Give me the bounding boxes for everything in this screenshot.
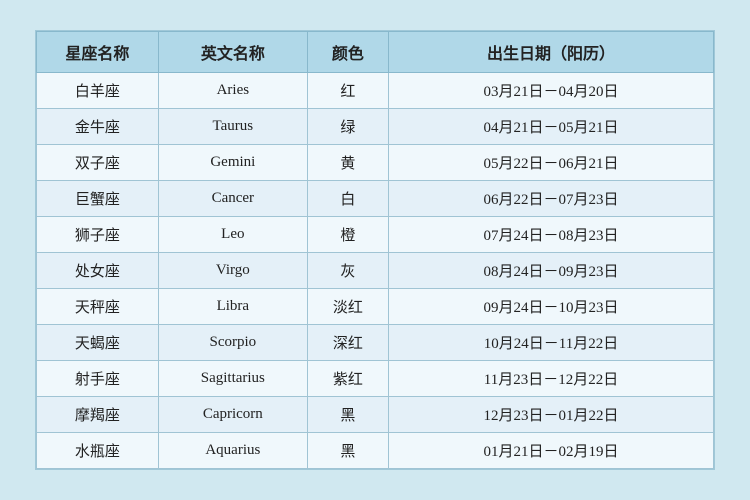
- cell-zh: 天蝎座: [37, 325, 159, 361]
- cell-zh: 摩羯座: [37, 397, 159, 433]
- header-date: 出生日期（阳历）: [389, 32, 714, 73]
- cell-date: 04月21日－05月21日: [389, 109, 714, 145]
- cell-date: 03月21日－04月20日: [389, 73, 714, 109]
- table-row: 双子座Gemini黄05月22日－06月21日: [37, 145, 714, 181]
- cell-zh: 双子座: [37, 145, 159, 181]
- cell-en: Capricorn: [158, 397, 307, 433]
- cell-date: 11月23日－12月22日: [389, 361, 714, 397]
- cell-zh: 处女座: [37, 253, 159, 289]
- cell-date: 05月22日－06月21日: [389, 145, 714, 181]
- cell-date: 12月23日－01月22日: [389, 397, 714, 433]
- table-row: 巨蟹座Cancer白06月22日－07月23日: [37, 181, 714, 217]
- cell-date: 10月24日－11月22日: [389, 325, 714, 361]
- table-row: 狮子座Leo橙07月24日－08月23日: [37, 217, 714, 253]
- table-row: 水瓶座Aquarius黑01月21日－02月19日: [37, 433, 714, 469]
- cell-en: Scorpio: [158, 325, 307, 361]
- header-color: 颜色: [307, 32, 388, 73]
- cell-color: 淡红: [307, 289, 388, 325]
- cell-color: 红: [307, 73, 388, 109]
- cell-en: Cancer: [158, 181, 307, 217]
- cell-color: 紫红: [307, 361, 388, 397]
- cell-color: 绿: [307, 109, 388, 145]
- cell-en: Libra: [158, 289, 307, 325]
- header-en: 英文名称: [158, 32, 307, 73]
- cell-zh: 巨蟹座: [37, 181, 159, 217]
- cell-en: Sagittarius: [158, 361, 307, 397]
- cell-en: Gemini: [158, 145, 307, 181]
- cell-en: Virgo: [158, 253, 307, 289]
- table-row: 处女座Virgo灰08月24日－09月23日: [37, 253, 714, 289]
- cell-color: 白: [307, 181, 388, 217]
- cell-color: 黑: [307, 397, 388, 433]
- cell-color: 橙: [307, 217, 388, 253]
- header-zh: 星座名称: [37, 32, 159, 73]
- cell-date: 08月24日－09月23日: [389, 253, 714, 289]
- table-header-row: 星座名称 英文名称 颜色 出生日期（阳历）: [37, 32, 714, 73]
- cell-color: 灰: [307, 253, 388, 289]
- cell-en: Leo: [158, 217, 307, 253]
- zodiac-table-container: 星座名称 英文名称 颜色 出生日期（阳历） 白羊座Aries红03月21日－04…: [35, 30, 715, 470]
- table-row: 金牛座Taurus绿04月21日－05月21日: [37, 109, 714, 145]
- cell-zh: 白羊座: [37, 73, 159, 109]
- zodiac-table: 星座名称 英文名称 颜色 出生日期（阳历） 白羊座Aries红03月21日－04…: [36, 31, 714, 469]
- cell-en: Aquarius: [158, 433, 307, 469]
- cell-date: 09月24日－10月23日: [389, 289, 714, 325]
- cell-date: 06月22日－07月23日: [389, 181, 714, 217]
- cell-color: 黄: [307, 145, 388, 181]
- cell-zh: 天秤座: [37, 289, 159, 325]
- cell-zh: 水瓶座: [37, 433, 159, 469]
- cell-date: 07月24日－08月23日: [389, 217, 714, 253]
- cell-date: 01月21日－02月19日: [389, 433, 714, 469]
- table-body: 白羊座Aries红03月21日－04月20日金牛座Taurus绿04月21日－0…: [37, 73, 714, 469]
- cell-zh: 射手座: [37, 361, 159, 397]
- table-row: 白羊座Aries红03月21日－04月20日: [37, 73, 714, 109]
- table-row: 天秤座Libra淡红09月24日－10月23日: [37, 289, 714, 325]
- table-row: 天蝎座Scorpio深红10月24日－11月22日: [37, 325, 714, 361]
- table-row: 摩羯座Capricorn黑12月23日－01月22日: [37, 397, 714, 433]
- table-row: 射手座Sagittarius紫红11月23日－12月22日: [37, 361, 714, 397]
- cell-zh: 狮子座: [37, 217, 159, 253]
- cell-color: 深红: [307, 325, 388, 361]
- cell-en: Aries: [158, 73, 307, 109]
- cell-en: Taurus: [158, 109, 307, 145]
- cell-color: 黑: [307, 433, 388, 469]
- cell-zh: 金牛座: [37, 109, 159, 145]
